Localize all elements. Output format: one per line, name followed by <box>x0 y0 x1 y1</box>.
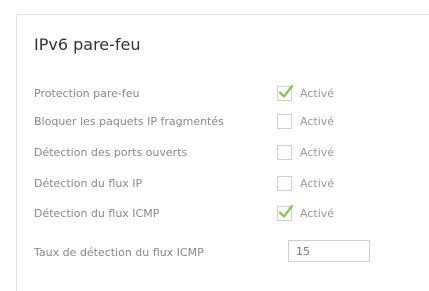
fragment-block-checkbox[interactable] <box>277 113 292 129</box>
open-ports-checkbox[interactable] <box>277 144 292 160</box>
ip-flow-checkbox[interactable] <box>277 175 292 191</box>
row-label: Bloquer les paquets IP fragmentés <box>34 114 224 128</box>
icmp-flow-checkbox[interactable] <box>277 204 294 221</box>
row-label: Protection pare-feu <box>34 86 140 100</box>
row-label: Taux de détection du flux ICMP <box>34 245 204 259</box>
row-detection-ports-ouverts: Détection des ports ouverts Activé <box>34 140 424 164</box>
icmp-flow-checkbox-control[interactable]: Activé <box>277 204 335 221</box>
checkbox-option-label: Activé <box>300 206 335 220</box>
checkmark-icon <box>278 204 294 218</box>
row-detection-flux-ip: Détection du flux IP Activé <box>34 171 424 195</box>
checkbox-option-label: Activé <box>300 86 335 100</box>
checkbox-option-label: Activé <box>300 145 335 159</box>
panel-title: IPv6 pare-feu <box>34 35 141 54</box>
fragment-block-checkbox-control[interactable]: Activé <box>277 113 335 129</box>
checkbox-option-label: Activé <box>300 114 335 128</box>
row-icmp-detection-rate: Taux de détection du flux ICMP <box>34 240 424 264</box>
checkbox-option-label: Activé <box>300 176 335 190</box>
row-detection-flux-icmp: Détection du flux ICMP Activé <box>34 201 424 225</box>
protection-checkbox[interactable] <box>277 84 294 101</box>
protection-checkbox-control[interactable]: Activé <box>277 84 335 101</box>
row-bloquer-paquets-fragmentes: Bloquer les paquets IP fragmentés Activé <box>34 109 424 133</box>
ip-flow-checkbox-control[interactable]: Activé <box>277 175 335 191</box>
open-ports-checkbox-control[interactable]: Activé <box>277 144 335 160</box>
row-label: Détection des ports ouverts <box>34 145 188 159</box>
row-label: Détection du flux IP <box>34 176 143 190</box>
row-protection-pare-feu: Protection pare-feu Activé <box>34 81 424 105</box>
icmp-rate-input[interactable] <box>288 240 370 262</box>
checkmark-icon <box>278 84 294 98</box>
row-label: Détection du flux ICMP <box>34 206 160 220</box>
ipv6-firewall-panel: IPv6 pare-feu Protection pare-feu Activé… <box>16 14 429 291</box>
